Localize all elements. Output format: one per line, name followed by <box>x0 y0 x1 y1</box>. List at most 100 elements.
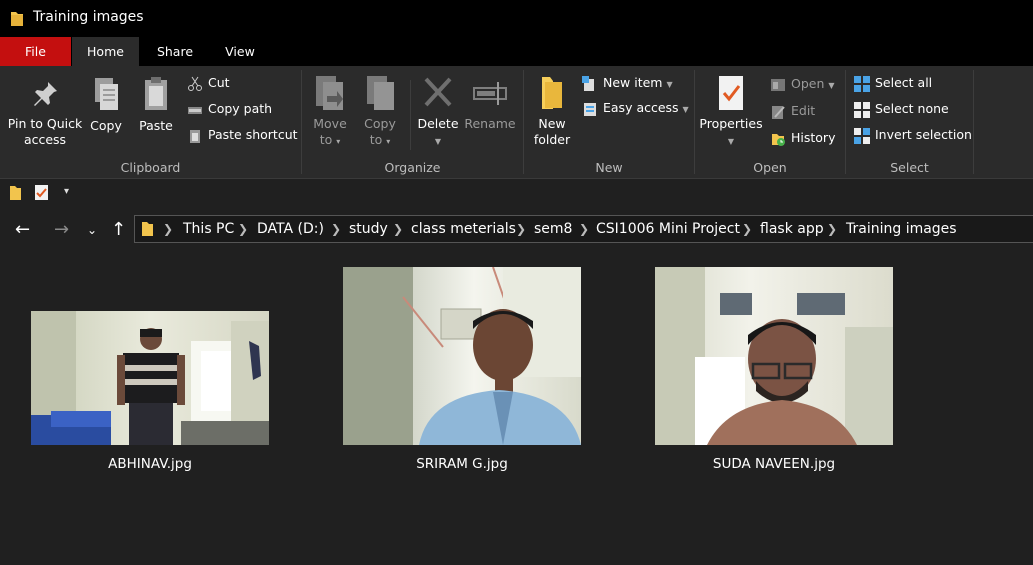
breadcrumb-this-pc[interactable]: This PC <box>183 221 234 237</box>
paste-button[interactable]: Paste <box>136 76 176 134</box>
image-thumbnail[interactable] <box>343 267 581 445</box>
select-none-button[interactable]: Select none <box>854 100 949 118</box>
group-separator <box>973 70 974 174</box>
group-separator <box>845 70 846 174</box>
recent-locations-chevron-icon[interactable]: ⌄ <box>87 223 97 237</box>
new-folder-icon <box>542 77 562 109</box>
forward-arrow-icon[interactable]: → <box>54 219 69 240</box>
breadcrumb-class-meterials[interactable]: class meterials <box>411 221 516 237</box>
paste-shortcut-button[interactable]: Paste shortcut <box>187 126 298 144</box>
copy-to-button[interactable]: Copy to ▾ <box>358 74 402 150</box>
paste-shortcut-label: Paste shortcut <box>208 127 298 142</box>
copy-to-icon <box>367 76 394 110</box>
file-name[interactable]: ABHINAV.jpg <box>31 456 269 472</box>
chevron-right-icon[interactable]: ❯ <box>827 222 837 236</box>
cut-label: Cut <box>208 75 230 90</box>
select-none-label: Select none <box>875 101 949 116</box>
dropdown-arrow-icon: ▼ <box>727 137 735 146</box>
clipboard-group-label: Clipboard <box>120 160 181 175</box>
history-label: History <box>791 130 836 145</box>
properties-icon[interactable] <box>34 184 49 201</box>
move-to-label-line2: to <box>319 132 333 147</box>
open-button[interactable]: Open ▼ <box>770 75 835 93</box>
chevron-right-icon[interactable]: ❯ <box>163 222 173 236</box>
chevron-right-icon[interactable]: ❯ <box>579 222 589 236</box>
folder-icon[interactable] <box>9 185 22 201</box>
new-item-icon <box>582 75 594 91</box>
select-all-icon <box>854 75 870 92</box>
tab-home[interactable]: Home <box>72 37 139 66</box>
edit-icon <box>772 105 785 119</box>
pin-icon <box>34 82 57 106</box>
image-thumbnail[interactable] <box>655 267 893 445</box>
select-all-label: Select all <box>875 75 933 90</box>
new-group-label: New <box>595 160 623 175</box>
dropdown-arrow-icon: ▼ <box>682 105 689 114</box>
rename-icon <box>473 82 507 105</box>
copy-to-label-line2: to <box>369 132 383 147</box>
paste-label: Paste <box>139 118 173 133</box>
delete-button[interactable]: Delete ▼ <box>416 74 460 150</box>
chevron-right-icon[interactable]: ❯ <box>238 222 248 236</box>
file-list: ABHINAV.jpg SRIRAM G.jpg SUDA NAVEEN.jpg <box>0 252 1033 565</box>
pin-label-line1: Pin to Quick <box>7 116 83 131</box>
history-icon <box>772 133 785 146</box>
chevron-right-icon[interactable]: ❯ <box>516 222 526 236</box>
chevron-right-icon[interactable]: ❯ <box>331 222 341 236</box>
up-arrow-icon[interactable]: ↑ <box>111 219 126 240</box>
invert-selection-icon <box>854 127 870 144</box>
copy-button[interactable]: Copy <box>86 76 126 134</box>
customize-toolbar-icon[interactable]: ▾ <box>64 186 69 197</box>
back-arrow-icon[interactable]: ← <box>15 219 30 240</box>
file-name[interactable]: SUDA NAVEEN.jpg <box>655 456 893 472</box>
folder-icon <box>142 222 153 236</box>
image-thumbnail[interactable] <box>31 311 269 445</box>
delete-label: Delete <box>417 116 459 131</box>
breadcrumb-training-images[interactable]: Training images <box>846 221 957 237</box>
chevron-right-icon[interactable]: ❯ <box>742 222 752 236</box>
group-separator <box>301 70 302 174</box>
new-item-label: New item <box>603 75 663 90</box>
folder-icon <box>11 12 23 26</box>
properties-button[interactable]: Properties ▼ <box>698 74 764 150</box>
edit-button[interactable]: Edit <box>770 102 815 120</box>
file-name[interactable]: SRIRAM G.jpg <box>343 456 581 472</box>
pin-to-quick-access-button[interactable]: Pin to Quick access <box>4 76 86 148</box>
address-bar[interactable]: ❯ This PC ❯ DATA (D:) ❯ study ❯ class me… <box>134 215 1033 243</box>
dropdown-arrow-icon: ▼ <box>434 137 442 146</box>
tab-share[interactable]: Share <box>141 37 209 66</box>
cut-button[interactable]: Cut <box>187 74 230 92</box>
chevron-right-icon[interactable]: ❯ <box>393 222 403 236</box>
breadcrumb-data-drive[interactable]: DATA (D:) <box>257 221 324 237</box>
tab-view[interactable]: View <box>209 37 271 66</box>
move-to-label-line1: Move <box>313 116 347 131</box>
rename-label: Rename <box>464 116 516 131</box>
copy-path-button[interactable]: Copy path <box>187 100 272 118</box>
breadcrumb-sem8[interactable]: sem8 <box>534 221 572 237</box>
new-item-button[interactable]: New item ▼ <box>582 74 673 92</box>
separator <box>410 80 411 150</box>
easy-access-button[interactable]: Easy access ▼ <box>582 99 689 117</box>
scissors-icon <box>188 76 202 91</box>
group-separator <box>694 70 695 174</box>
history-button[interactable]: History <box>770 129 835 147</box>
move-to-button[interactable]: Move to ▾ <box>308 74 352 150</box>
easy-access-icon <box>584 102 596 116</box>
new-folder-button[interactable]: New folder <box>530 74 574 148</box>
organize-group-label: Organize <box>384 160 441 175</box>
paste-icon <box>145 77 167 110</box>
dropdown-arrow-icon: ▾ <box>336 137 341 146</box>
tab-file[interactable]: File <box>0 37 71 66</box>
select-all-button[interactable]: Select all <box>854 74 932 92</box>
properties-icon <box>719 76 743 110</box>
open-group-label: Open <box>753 160 787 175</box>
open-label: Open <box>791 76 825 91</box>
properties-label: Properties <box>699 116 763 131</box>
breadcrumb-mini-project[interactable]: CSI1006 Mini Project <box>596 221 740 237</box>
rename-button[interactable]: Rename <box>463 74 517 132</box>
breadcrumb-study[interactable]: study <box>349 221 388 237</box>
paste-shortcut-icon <box>190 129 200 143</box>
copy-path-label: Copy path <box>208 101 273 116</box>
invert-selection-button[interactable]: Invert selection <box>854 126 972 144</box>
breadcrumb-flask-app[interactable]: flask app <box>760 221 824 237</box>
